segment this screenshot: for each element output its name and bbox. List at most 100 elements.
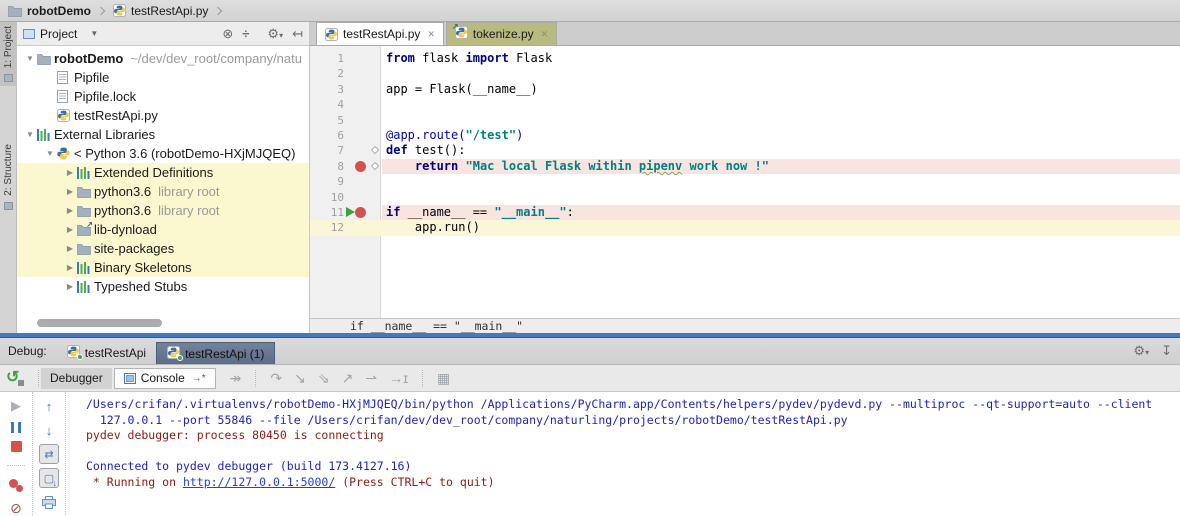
chevron-right-icon[interactable]: ▶ [63,225,77,234]
stop-icon[interactable] [10,441,22,452]
debug-view-tab-debugger[interactable]: Debugger [41,367,112,389]
line-number[interactable]: 11 [310,206,344,219]
line-number[interactable]: 6 [310,129,344,142]
collapse-all-icon[interactable]: ÷ [242,26,249,41]
step-into-my-code-icon[interactable]: ⇘ [318,370,330,387]
console-link[interactable]: http://127.0.0.1:5000/ [183,475,335,489]
project-title-group[interactable]: Project ▼ [23,27,222,41]
debug-session-tab[interactable]: testRestApi (1) [156,342,276,364]
tool-window-button[interactable]: 2: Structure [0,140,17,214]
hide-left-icon[interactable]: ↤ [292,26,303,42]
stack-up-icon[interactable]: ↑ [46,398,53,414]
folder-link-icon: ↗ [77,220,94,236]
project-panel-icon [23,28,35,39]
python-file-icon [325,27,338,41]
fold-marker-icon[interactable] [370,146,380,155]
locate-icon[interactable]: ⊗ [222,26,233,42]
evaluate-icon[interactable]: →ɪ [389,370,408,386]
output-marker: →* [191,372,206,384]
debug-console-output[interactable]: /Users/crifan/.virtualenvs/robotDemo-HXj… [66,392,1180,516]
close-icon[interactable]: ✕ [541,29,549,40]
pause-icon[interactable] [11,422,21,433]
library-icon [77,166,94,179]
editor-tab-tokenize-py[interactable]: ↗ tokenize.py ✕ [445,22,558,45]
scroll-to-end-icon[interactable]: ▢ ↓ [39,468,59,488]
chevron-right-icon[interactable]: ▶ [63,263,77,272]
chevron-right-icon[interactable]: ▶ [63,168,77,177]
line-number[interactable]: 2 [310,67,344,80]
view-breakpoints-icon[interactable] [9,479,23,492]
breakpoint-icon[interactable] [355,207,366,218]
chevron-right-icon[interactable]: ▶ [63,244,77,253]
debug-header: Debug: testRestApi testRestApi (1) ⚙▾ ↧ [0,338,1180,365]
tree-item-python-3-6-robotdemo-hxjmjqeq[interactable]: ▼ < Python 3.6 (robotDemo-HXjMJQEQ) [17,144,309,163]
horizontal-scrollbar[interactable] [37,319,162,327]
breakpoint-icon[interactable] [355,160,366,172]
view-as-table-icon[interactable]: ▦ [437,370,450,387]
code-editor[interactable]: 1 from flask import Flask 2 3 app = Flask(__… [310,46,1180,318]
chevron-right-icon[interactable]: ▶ [63,187,77,196]
chevron-down-icon[interactable]: ▼ [23,54,37,63]
debug-body: ▶ ⊘ ↑ ↓ ⇄ ▢ ↓ /Users/crifan/.virtualenvs/robo… [0,392,1180,516]
show-execution-point-icon[interactable]: ↠ [230,370,242,387]
tree-item-extended-definitions[interactable]: ▶ Extended Definitions [17,163,309,182]
stack-down-icon[interactable]: ↓ [46,422,53,438]
gear-icon[interactable]: ⚙▾ [1133,343,1149,359]
console-actions-toolbar: ↑ ↓ ⇄ ▢ ↓ [33,392,66,516]
line-number[interactable]: 1 [310,52,344,65]
project-panel-header: Project ▼ ⊗ ÷ ⚙▾ ↤ [17,22,309,46]
step-over-icon[interactable]: ↷ [270,370,282,387]
hide-down-icon[interactable]: ↧ [1161,343,1172,359]
panel-icon [4,201,13,210]
tree-item-testrestapi-py[interactable]: testRestApi.py [17,106,309,125]
chevron-right-icon[interactable]: ▶ [63,206,77,215]
debug-view-tab-console[interactable]: Console →* [113,367,216,389]
line-number[interactable]: 12 [310,221,344,234]
code-line-4: 4 [310,97,1180,112]
line-number[interactable]: 3 [310,83,344,96]
line-number[interactable]: 8 [310,160,344,173]
debug-session-tab[interactable]: testRestApi [57,342,156,364]
python-file-icon [113,4,126,17]
execution-point-icon [346,207,355,217]
line-number[interactable]: 4 [310,98,344,111]
resume-icon[interactable]: ▶ [11,398,21,414]
project-tree: ▼ robotDemo ~/dev/dev_root/company/natu Pip… [17,49,309,296]
rerun-button[interactable]: ↺ [6,369,26,387]
fold-marker-icon[interactable] [370,161,380,171]
mute-breakpoints-icon[interactable]: ⊘ [10,500,22,516]
tree-item-external-libraries[interactable]: ▼ External Libraries [17,125,309,144]
step-into-icon[interactable]: ↘ [294,370,306,387]
soft-wrap-icon[interactable]: ⇄ [39,444,59,464]
tool-window-button[interactable]: 1: Project [0,22,17,87]
tree-item-python3-6[interactable]: ▶ python3.6 library root [17,182,309,201]
chevron-down-icon[interactable]: ▼ [43,149,57,158]
breadcrumb-item[interactable]: robotDemo [8,4,91,18]
tree-item-lib-dynload[interactable]: ▶ ↗ lib-dynload [17,220,309,239]
close-icon[interactable]: ✕ [427,29,435,40]
line-number[interactable]: 9 [310,175,344,188]
library-icon [37,128,54,141]
chevron-down-icon[interactable]: ▼ [23,130,37,139]
tree-item-suffix: library root [158,184,220,199]
line-number[interactable]: 7 [310,144,344,157]
editor-tab-testrestapi-py[interactable]: testRestApi.py ✕ [316,22,444,45]
tree-item-robotdemo[interactable]: ▼ robotDemo ~/dev/dev_root/company/natu [17,49,309,68]
tree-item-pipfile[interactable]: Pipfile [17,68,309,87]
line-number[interactable]: 10 [310,191,344,204]
step-out-icon[interactable]: ↗ [342,370,354,387]
run-to-cursor-icon[interactable]: ⇀ [365,370,377,387]
file-icon [57,90,74,103]
code-line-2: 2 [310,66,1180,81]
tree-item-python3-6[interactable]: ▶ python3.6 library root [17,201,309,220]
breadcrumb: robotDemo testRestApi.py [0,0,1180,22]
tree-item-typeshed-stubs[interactable]: ▶ Typeshed Stubs [17,277,309,296]
line-number[interactable]: 5 [310,114,344,127]
chevron-right-icon[interactable]: ▶ [63,282,77,291]
tree-item-site-packages[interactable]: ▶ site-packages [17,239,309,258]
gear-icon[interactable]: ⚙▾ [267,26,283,42]
print-icon[interactable] [42,494,56,510]
tree-item-pipfile-lock[interactable]: Pipfile.lock [17,87,309,106]
breadcrumb-item[interactable]: testRestApi.py [113,4,208,18]
tree-item-binary-skeletons[interactable]: ▶ Binary Skeletons [17,258,309,277]
